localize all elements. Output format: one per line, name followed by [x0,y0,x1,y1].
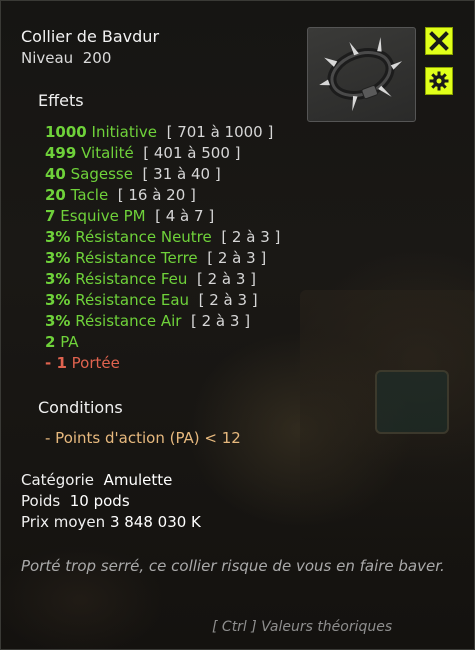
effect-row: 2 PA [45,333,79,351]
effect-row: 3% Résistance Neutre [ 2 à 3 ] [45,228,281,246]
item-image [307,27,416,122]
price-row: Prix moyen 3 848 030 K [21,513,201,531]
spiked-collar-icon [319,37,403,112]
effect-row: 1000 Initiative [ 701 à 1000 ] [45,123,274,141]
close-button[interactable] [425,27,453,55]
effect-row: 40 Sagesse [ 31 à 40 ] [45,165,221,183]
close-icon [429,31,449,51]
gear-icon [429,71,449,91]
ctrl-hint: [ Ctrl ] Valeurs théoriques [212,619,393,635]
effect-row: 3% Résistance Feu [ 2 à 3 ] [45,270,257,288]
effect-row: 3% Résistance Air [ 2 à 3 ] [45,312,251,330]
item-description: Porté trop serré, ce collier risque de v… [21,557,445,575]
category-row: Catégorie Amulette [21,471,173,489]
effect-row: 20 Tacle [ 16 à 20 ] [45,186,196,204]
item-level: Niveau 200 [21,49,112,67]
effects-title: Effets [38,91,84,110]
effect-row: 3% Résistance Eau [ 2 à 3 ] [45,291,258,309]
item-name: Collier de Bavdur [21,27,160,46]
effect-row: 3% Résistance Terre [ 2 à 3 ] [45,249,267,267]
conditions-title: Conditions [38,398,123,417]
effect-row: 7 Esquive PM [ 4 à 7 ] [45,207,215,225]
effect-row-malus: - 1 Portée [45,354,120,372]
weight-row: Poids 10 pods [21,492,130,510]
condition-item: - Points d'action (PA) < 12 [45,429,241,447]
effect-row: 499 Vitalité [ 401 à 500 ] [45,144,241,162]
settings-button[interactable] [425,67,453,95]
